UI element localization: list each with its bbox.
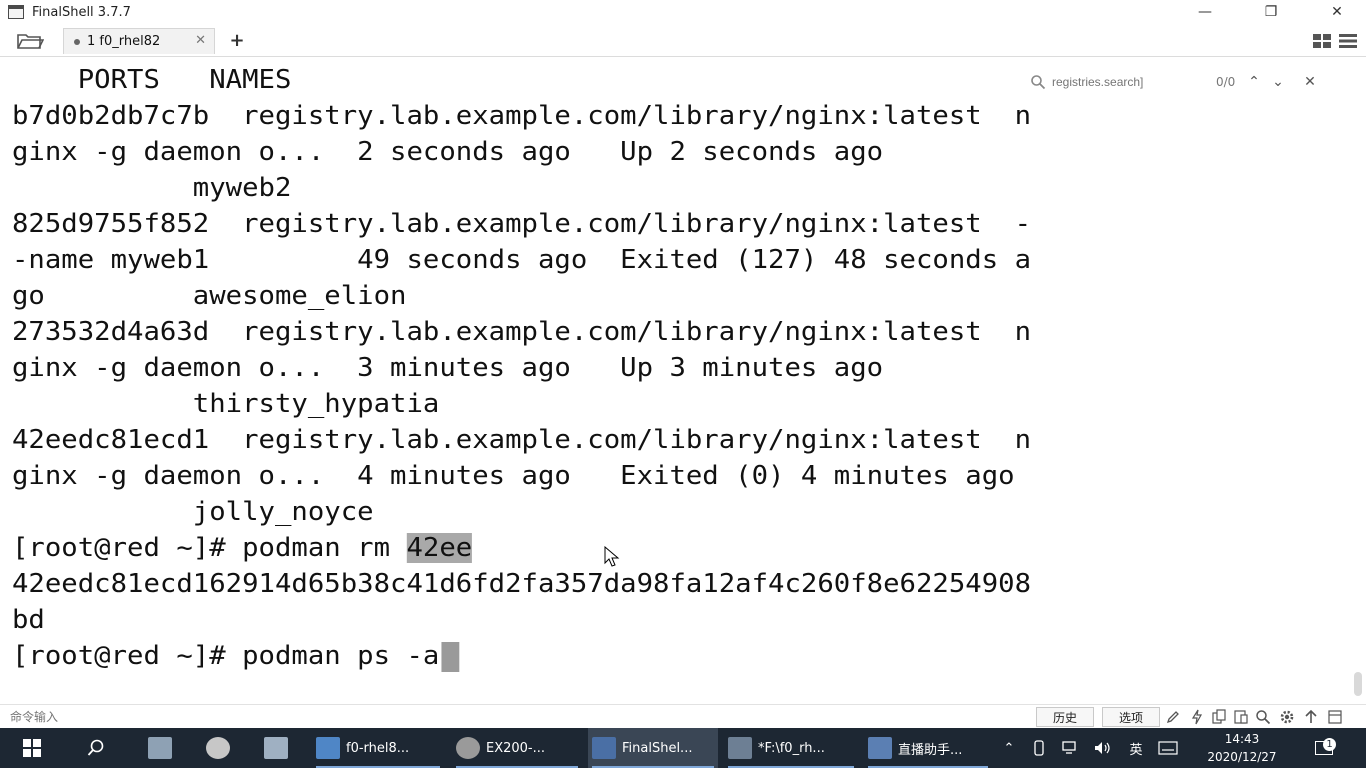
taskbar-app-label: FinalShel... [622, 740, 693, 756]
taskbar-app-editor[interactable]: *F:\f0_rh... [724, 728, 858, 768]
terminal-scrollbar[interactable] [1354, 672, 1362, 696]
clock-time: 14:43 [1224, 732, 1260, 746]
terminal-line: ginx -g daemon o... 3 minutes ago Up 3 m… [12, 353, 884, 383]
tray-overflow-icon[interactable]: ⌃ [998, 728, 1020, 768]
connection-status-dot [74, 38, 80, 45]
search-close-button[interactable]: ✕ [1298, 72, 1322, 92]
terminal-prompt-ps: [root@red ~]# podman ps -a [12, 638, 460, 674]
layout-list-button[interactable] [1338, 32, 1358, 50]
terminal-line: go awesome_elion [12, 281, 407, 311]
command-bar: 历史 选项 [0, 704, 1366, 729]
taskbar-app-ex200[interactable]: EX200-... [452, 728, 582, 768]
taskbar-app-live-assistant[interactable]: 直播助手... [864, 728, 992, 768]
windows-logo-icon [23, 739, 41, 757]
monitor-app-icon [148, 737, 172, 759]
minimize-button[interactable]: — [1182, 0, 1228, 24]
layout-grid-button[interactable] [1312, 32, 1332, 50]
history-button[interactable]: 历史 [1036, 707, 1094, 727]
expand-panel-icon[interactable] [1326, 708, 1344, 726]
tab-label: 1 f0_rhel82 [87, 34, 161, 49]
search-icon [1031, 75, 1046, 90]
options-button[interactable]: 选项 [1102, 707, 1160, 727]
terminal-line: jolly_noyce [12, 497, 374, 527]
search-input[interactable] [1052, 75, 1210, 89]
copy-icon[interactable] [1210, 708, 1228, 726]
taskbar-app-label: EX200-... [486, 740, 546, 756]
browser-icon [456, 737, 480, 759]
input-method-indicator[interactable]: 英 [1124, 728, 1148, 768]
title-bar: FinalShell 3.7.7 — ❐ ✕ [0, 0, 1366, 24]
search-next-button[interactable]: ⌄ [1266, 72, 1290, 92]
terminal-line: 273532d4a63d registry.lab.example.com/li… [12, 317, 1032, 347]
notification-center-button[interactable]: 1 [1306, 728, 1342, 768]
terminal-prompt-rm: [root@red ~]# podman rm 42ee [12, 530, 473, 566]
terminal-output[interactable]: PORTS NAMES b7d0b2db7c7b registry.lab.ex… [0, 62, 1352, 700]
prompt-text: [root@red ~]# podman ps -a [12, 641, 440, 671]
open-folder-button[interactable] [14, 30, 46, 52]
gear-icon[interactable] [1278, 708, 1296, 726]
notification-count-badge: 1 [1323, 738, 1336, 751]
terminal-line: myweb2 [12, 173, 292, 203]
list-layout-icon [1339, 34, 1357, 48]
terminal-line: ginx -g daemon o... 4 minutes ago Exited… [12, 461, 1015, 491]
grid-layout-icon [1313, 34, 1331, 48]
paste-icon[interactable] [1232, 708, 1250, 726]
add-tab-button[interactable]: + [226, 29, 248, 51]
search-icon[interactable] [1254, 708, 1272, 726]
start-button[interactable] [14, 728, 50, 768]
virtual-machine-icon [316, 737, 340, 759]
taskbar-pinned-app[interactable] [258, 728, 294, 768]
clock-date: 2020/12/27 [1207, 750, 1277, 764]
taskbar-app-label: *F:\f0_rh... [758, 740, 825, 756]
taskbar-app-label: f0-rhel8... [346, 740, 410, 756]
window-title: FinalShell 3.7.7 [32, 4, 131, 20]
terminal-line: ginx -g daemon o... 2 seconds ago Up 2 s… [12, 137, 884, 167]
edit-icon[interactable] [1164, 708, 1182, 726]
tab-f0-rhel82[interactable]: 1 f0_rhel82 ✕ [63, 28, 215, 54]
system-clock[interactable]: 14:43 2020/12/27 [1196, 730, 1288, 766]
finalshell-app-icon [8, 5, 24, 19]
terminal-search-bar: 0/0 ⌃ ⌄ ✕ [1026, 68, 1346, 96]
terminal-line: 42eedc81ecd1 registry.lab.example.com/li… [12, 425, 1032, 455]
search-icon [87, 739, 104, 756]
command-input[interactable] [10, 707, 610, 727]
taskbar-pinned-app[interactable] [200, 728, 236, 768]
selected-text[interactable]: 42ee [406, 533, 473, 563]
terminal-line: 42eedc81ecd162914d65b38c41d6fd2fa357da98… [12, 569, 1032, 599]
lightning-icon[interactable] [1188, 708, 1206, 726]
taskbar-app-vm[interactable]: f0-rhel8... [312, 728, 444, 768]
terminal-line: PORTS NAMES [12, 65, 292, 95]
tray-app-icon[interactable] [1028, 728, 1050, 768]
live-assistant-icon [868, 737, 892, 759]
terminal-line: bd [12, 605, 45, 635]
taskbar-app-label: 直播助手... [898, 742, 963, 758]
search-button[interactable] [78, 728, 114, 768]
paint-app-icon [206, 737, 230, 759]
terminal-line: b7d0b2db7c7b registry.lab.example.com/li… [12, 101, 1032, 131]
taskbar-pinned-app[interactable] [142, 728, 178, 768]
volume-icon[interactable] [1090, 728, 1116, 768]
text-editor-icon [728, 737, 752, 759]
finalshell-icon [592, 737, 616, 759]
close-button[interactable]: ✕ [1314, 0, 1360, 24]
maximize-button[interactable]: ❐ [1248, 0, 1294, 24]
mouse-pointer-icon [604, 546, 620, 567]
taskbar-app-finalshell[interactable]: FinalShel... [588, 728, 718, 768]
ime-keyboard-icon[interactable] [1154, 728, 1182, 768]
terminal-line: thirsty_hypatia [12, 389, 440, 419]
prompt-text: [root@red ~]# podman rm [12, 533, 407, 563]
calculator-icon [264, 737, 288, 759]
text-cursor [441, 641, 460, 672]
terminal-line: -name myweb1 49 seconds ago Exited (127)… [12, 245, 1032, 275]
windows-taskbar: f0-rhel8... EX200-... FinalShel... *F:\f… [0, 728, 1366, 768]
tab-close-icon[interactable]: ✕ [195, 33, 206, 48]
search-match-count: 0/0 [1216, 75, 1236, 89]
terminal-line: 825d9755f852 registry.lab.example.com/li… [12, 209, 1032, 239]
arrow-up-icon[interactable] [1302, 708, 1320, 726]
folder-icon [17, 34, 44, 49]
tab-bar: 1 f0_rhel82 ✕ + [0, 26, 1366, 57]
network-icon[interactable] [1058, 728, 1084, 768]
search-prev-button[interactable]: ⌃ [1242, 72, 1266, 92]
